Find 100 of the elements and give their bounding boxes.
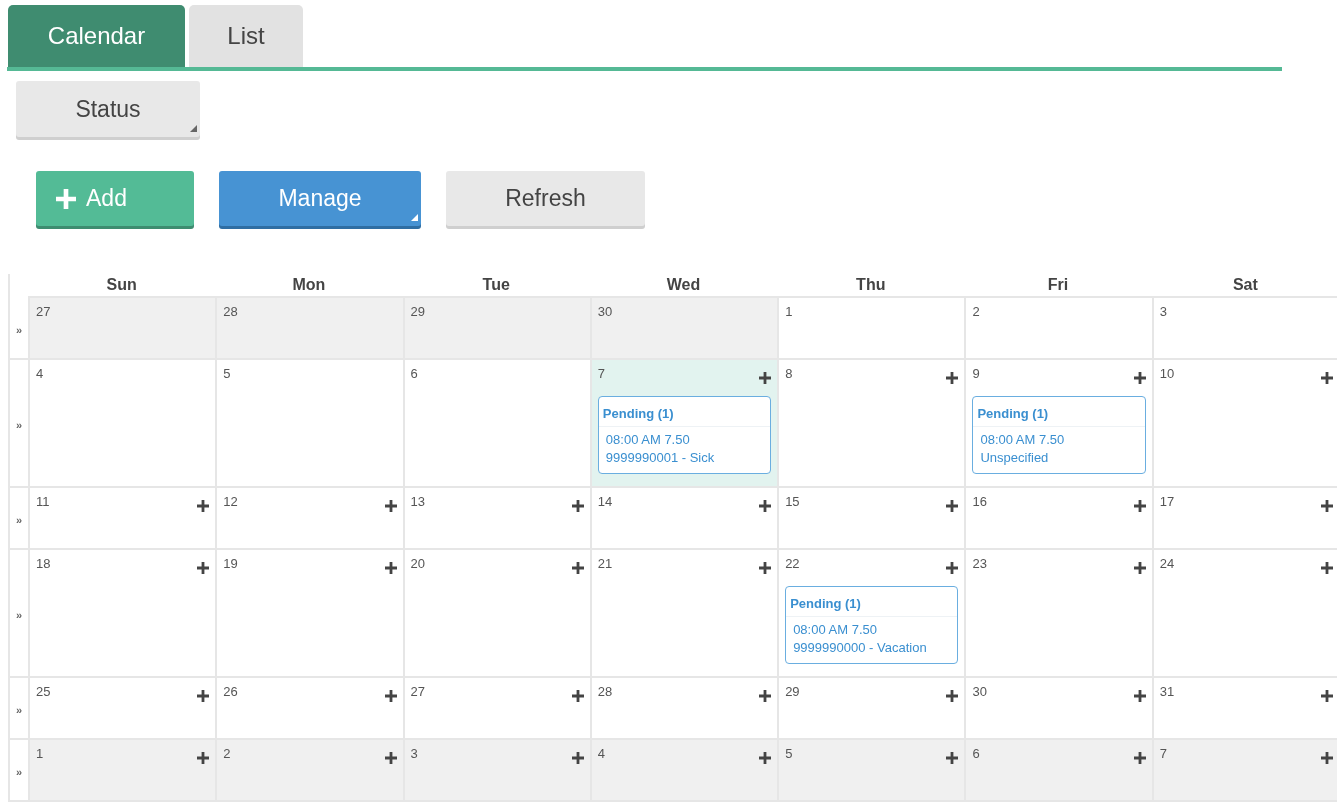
day-cell[interactable]: 5: [777, 740, 965, 802]
day-cell[interactable]: 14: [589, 488, 778, 550]
add-icon[interactable]: [384, 752, 397, 764]
add-icon[interactable]: [571, 562, 584, 574]
add-icon[interactable]: [1133, 500, 1146, 512]
day-cell[interactable]: 28: [215, 298, 403, 360]
add-icon[interactable]: [197, 690, 210, 702]
day-number: 10: [1159, 366, 1175, 381]
day-cell[interactable]: 6: [402, 360, 590, 488]
add-icon[interactable]: [571, 690, 584, 702]
add-icon[interactable]: [1133, 372, 1146, 384]
day-cell[interactable]: 16: [964, 488, 1152, 550]
day-cell[interactable]: 29: [402, 298, 590, 360]
day-cell[interactable]: 2: [215, 740, 403, 802]
add-icon[interactable]: [571, 752, 584, 764]
add-icon[interactable]: [1133, 690, 1146, 702]
add-icon[interactable]: [384, 500, 397, 512]
day-cell[interactable]: 24: [1151, 550, 1337, 678]
day-number: 12: [223, 494, 238, 509]
day-cell[interactable]: 12: [215, 488, 403, 550]
day-cell[interactable]: 31: [1151, 678, 1337, 740]
add-icon[interactable]: [571, 500, 584, 512]
add-icon[interactable]: [759, 562, 772, 574]
day-cell[interactable]: 11: [28, 488, 216, 550]
add-icon[interactable]: [197, 752, 210, 764]
day-cell[interactable]: 19: [215, 550, 403, 678]
add-icon[interactable]: [1321, 562, 1333, 574]
day-cell[interactable]: 28: [589, 678, 778, 740]
day-number: 7: [1159, 746, 1167, 761]
add-icon[interactable]: [946, 562, 959, 574]
day-cell[interactable]: 10: [1151, 360, 1337, 488]
day-cell[interactable]: 9 Pending (1) 08:00 AM 7.50 Unspecified: [964, 360, 1152, 488]
day-number: 16: [972, 494, 987, 509]
day-cell[interactable]: 15: [777, 488, 965, 550]
day-cell[interactable]: 18: [28, 550, 216, 678]
day-number: 13: [410, 494, 426, 509]
day-cell[interactable]: 3: [402, 740, 590, 802]
day-cell[interactable]: 23: [964, 550, 1152, 678]
day-number: 29: [785, 684, 800, 699]
day-cell[interactable]: 30: [964, 678, 1152, 740]
day-cell[interactable]: 27: [402, 678, 590, 740]
day-cell[interactable]: 6: [964, 740, 1152, 802]
tab[interactable]: List: [189, 5, 303, 67]
add-icon[interactable]: [1321, 500, 1333, 512]
day-cell[interactable]: 27: [28, 298, 216, 360]
day-number: 4: [597, 746, 606, 761]
event-title: Pending (1): [973, 397, 1145, 427]
day-number: 30: [597, 304, 613, 319]
add-icon[interactable]: [759, 372, 772, 384]
add-icon[interactable]: [197, 562, 210, 574]
add-icon[interactable]: [197, 500, 210, 512]
add-icon[interactable]: [1321, 752, 1333, 764]
day-number: 5: [785, 746, 793, 761]
add-icon[interactable]: [1321, 372, 1333, 384]
event-card[interactable]: Pending (1) 08:00 AM 7.50 Unspecified: [972, 396, 1146, 474]
day-cell[interactable]: 21: [589, 550, 778, 678]
day-cell[interactable]: 2: [964, 298, 1152, 360]
day-cell[interactable]: 8: [777, 360, 965, 488]
day-cell[interactable]: 1: [777, 298, 965, 360]
day-cell[interactable]: 25: [28, 678, 216, 740]
add-icon[interactable]: [759, 500, 772, 512]
add-icon[interactable]: [384, 562, 397, 574]
add-icon[interactable]: [759, 752, 772, 764]
add-icon[interactable]: [946, 500, 959, 512]
add-icon[interactable]: [946, 372, 959, 384]
add-icon[interactable]: [1133, 562, 1146, 574]
day-cell[interactable]: 20: [402, 550, 590, 678]
day-cell[interactable]: 17: [1151, 488, 1337, 550]
day-cell[interactable]: 3: [1151, 298, 1337, 360]
day-number: 22: [785, 556, 800, 571]
add-icon[interactable]: [1133, 752, 1146, 764]
refresh-button[interactable]: Refresh: [446, 171, 645, 226]
day-cell[interactable]: 4: [589, 740, 778, 802]
add-icon[interactable]: [946, 752, 959, 764]
tab[interactable]: Calendar: [8, 5, 185, 67]
day-number: 26: [223, 684, 238, 699]
add-icon[interactable]: [1321, 690, 1333, 702]
day-cell[interactable]: 30: [589, 298, 778, 360]
day-cell[interactable]: 7 Pending (1) 08:00 AM 7.50 9999990001 - Sick: [589, 360, 778, 488]
add-icon[interactable]: [759, 690, 772, 702]
day-number: 11: [36, 494, 50, 509]
day-number: 2: [972, 304, 980, 319]
event-detail: 9999990000 - Vacation: [793, 639, 928, 657]
event-card[interactable]: Pending (1) 08:00 AM 7.50 9999990001 - Sick: [597, 396, 772, 474]
day-number: 27: [410, 684, 426, 699]
day-cell[interactable]: 22 Pending (1) 08:00 AM 7.50 9999990000 - Vacation: [777, 550, 965, 678]
day-cell[interactable]: 5: [215, 360, 403, 488]
day-cell[interactable]: 26: [215, 678, 403, 740]
day-number: 2: [223, 746, 231, 761]
add-icon[interactable]: [384, 690, 397, 702]
add-icon[interactable]: [946, 690, 959, 702]
event-card[interactable]: Pending (1) 08:00 AM 7.50 9999990000 - Vacation: [785, 586, 959, 664]
day-cell[interactable]: 1: [28, 740, 216, 802]
day-cell[interactable]: 13: [402, 488, 590, 550]
status-button[interactable]: Status: [16, 81, 200, 137]
day-cell[interactable]: 4: [28, 360, 216, 488]
day-cell[interactable]: 29: [777, 678, 965, 740]
day-cell[interactable]: 7: [1151, 740, 1337, 802]
day-number: 15: [785, 494, 800, 509]
day-number: 5: [223, 366, 231, 381]
